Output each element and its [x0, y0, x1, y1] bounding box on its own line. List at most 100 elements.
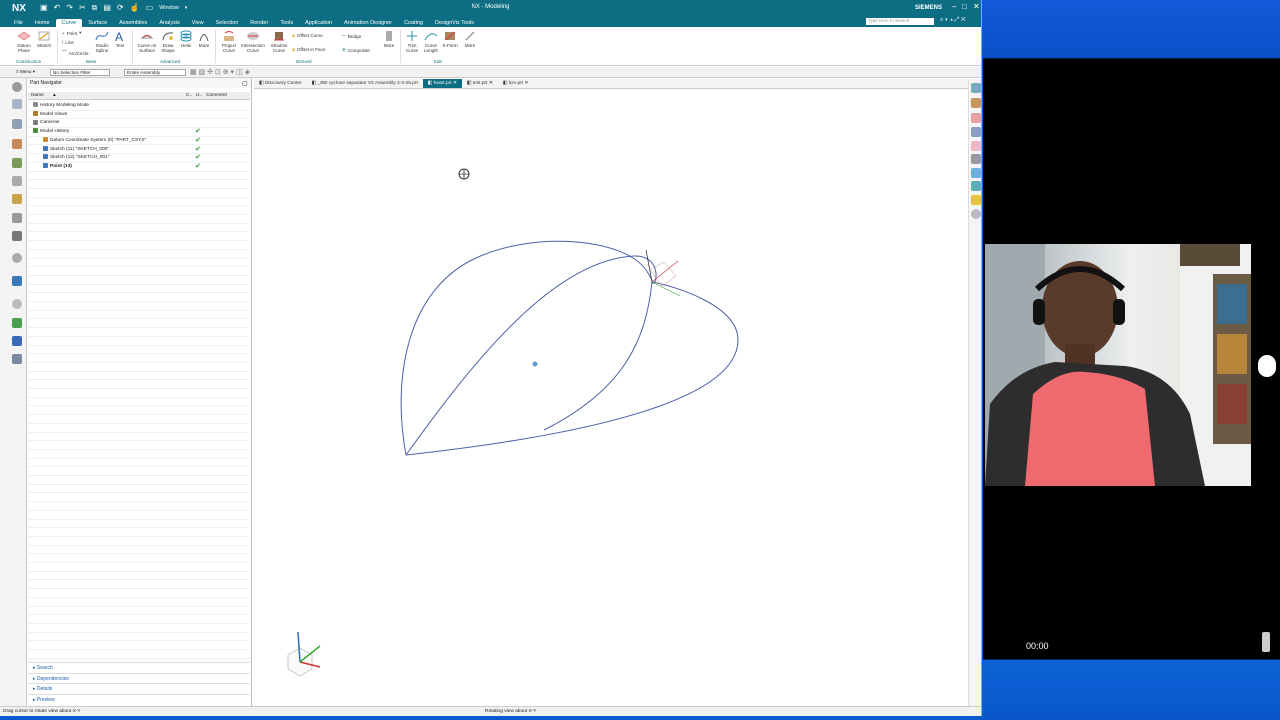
- menu-tab-home[interactable]: Home: [29, 19, 56, 27]
- document-tab[interactable]: ◧ _8W cyclone separator V2 Assembly 2-3-…: [307, 79, 423, 88]
- tree-row[interactable]: Point (13) ✔: [28, 163, 250, 172]
- studio-spline-button[interactable]: Studio Spline: [92, 30, 112, 53]
- web-browser-icon[interactable]: [12, 194, 22, 204]
- project-curve-button[interactable]: Project Curve: [219, 30, 239, 53]
- selection-filter-dropdown[interactable]: No Selection Filter: [50, 69, 110, 76]
- menu-tab-view[interactable]: View: [186, 19, 210, 27]
- draw-shape-button[interactable]: Draw Shape: [158, 30, 178, 53]
- shadow-curve-button[interactable]: Shadow Curve: [268, 30, 290, 53]
- roles-icon[interactable]: [12, 253, 22, 263]
- side-button[interactable]: [1262, 632, 1270, 652]
- bridge-button[interactable]: ∽ Bridge: [342, 33, 361, 39]
- point-icon[interactable]: [971, 168, 981, 178]
- tree-row[interactable]: Model Views: [28, 110, 250, 120]
- analysis-icon[interactable]: [12, 318, 22, 328]
- panel-dependencies[interactable]: ▸ Dependencies: [28, 672, 250, 683]
- side-button[interactable]: [1258, 355, 1276, 377]
- menu-tab-curve[interactable]: Curve: [55, 19, 83, 27]
- column-comment[interactable]: Comment: [206, 93, 227, 98]
- panel-preview[interactable]: ▸ Preview: [28, 693, 250, 704]
- text-button[interactable]: A Text: [112, 30, 128, 48]
- x-form-button[interactable]: X-Form: [441, 30, 459, 48]
- document-tab[interactable]: ◧ test.prt ✕: [462, 79, 498, 88]
- close-tab-icon[interactable]: ✕: [487, 81, 493, 86]
- menu-tab-animation-designer[interactable]: Animation Designer: [338, 19, 398, 27]
- helix-button[interactable]: Helix: [178, 30, 194, 48]
- assembly-navigator-icon[interactable]: [12, 119, 22, 129]
- sphere-icon[interactable]: [971, 209, 981, 219]
- menu-tab-assemblies[interactable]: Assemblies: [113, 19, 153, 27]
- menu-tab-file[interactable]: File: [8, 19, 29, 27]
- settings-icon[interactable]: [12, 82, 22, 92]
- column-c[interactable]: C..: [186, 93, 192, 98]
- document-tab[interactable]: ◧ lcm.prt ✕: [498, 79, 534, 88]
- menu-tab-analysis[interactable]: Analysis: [153, 19, 185, 27]
- panel-search[interactable]: ▸ Search: [28, 662, 250, 672]
- arc-circle-button[interactable]: ⌒ Arc/Circle: [62, 50, 89, 56]
- tools-icon[interactable]: [12, 354, 22, 364]
- menu-button[interactable]: ≡ Menu ▾: [14, 69, 46, 76]
- clock-icon[interactable]: [12, 299, 22, 309]
- offset-curve-button[interactable]: ⧈ Offset Curve: [292, 33, 323, 38]
- sketch-button[interactable]: Sketch: [34, 30, 54, 48]
- zoom-icon[interactable]: [971, 154, 981, 164]
- datum-plane-icon[interactable]: [971, 141, 981, 151]
- more-button[interactable]: More: [462, 30, 478, 48]
- tree-row[interactable]: History Modeling Mode: [28, 102, 250, 111]
- curve-length-button[interactable]: Curve Length: [421, 30, 441, 53]
- view-triad-icon[interactable]: [287, 631, 321, 677]
- close-tab-icon[interactable]: ✕: [523, 81, 528, 86]
- more-button[interactable]: More: [196, 30, 212, 48]
- part-navigator-icon[interactable]: [12, 99, 22, 109]
- close-button[interactable]: ✕: [973, 2, 980, 11]
- tree-row[interactable]: Model History ✔: [28, 128, 250, 137]
- menu-tab-render[interactable]: Render: [244, 19, 274, 27]
- line-icon[interactable]: [971, 113, 981, 123]
- maximize-button[interactable]: □: [962, 2, 967, 11]
- point-marker[interactable]: [532, 361, 538, 367]
- process-studio-icon[interactable]: [12, 231, 22, 241]
- edit-icon[interactable]: [971, 195, 981, 205]
- tree-row[interactable]: Sketch (12) "SKETCH_001" ✔: [28, 154, 250, 163]
- composite-button[interactable]: ⊕ Composite: [342, 47, 370, 53]
- line-button[interactable]: / Line: [62, 40, 74, 45]
- kinematics-icon[interactable]: [12, 336, 22, 346]
- menu-tab-designviz-tools[interactable]: DesignViz Tools: [429, 19, 480, 27]
- selection-tools-icon[interactable]: ▦ ▧ ✣ ⊡ ⊕ ▾ ◫ ◈: [190, 68, 250, 76]
- fit-icon[interactable]: [971, 83, 981, 93]
- tree-row[interactable]: Cameras: [28, 119, 250, 129]
- column-name[interactable]: Name: [31, 93, 44, 98]
- close-tab-icon[interactable]: ✕: [452, 81, 457, 86]
- menu-tab-application[interactable]: Application: [299, 19, 338, 27]
- menu-tab-selection[interactable]: Selection: [210, 19, 245, 27]
- menu-tab-tools[interactable]: Tools: [274, 19, 299, 27]
- history-icon[interactable]: [12, 213, 22, 223]
- reuse-library-icon[interactable]: [12, 158, 22, 168]
- minimize-button[interactable]: –: [952, 2, 956, 11]
- line-icon[interactable]: [971, 181, 981, 191]
- constraint-navigator-icon[interactable]: [12, 139, 22, 149]
- column-u[interactable]: U..: [196, 93, 202, 98]
- document-tab[interactable]: ◧ Discovery Center: [254, 79, 307, 88]
- graphics-window[interactable]: [254, 90, 968, 705]
- datum-plane-button[interactable]: Datum Plane: [14, 30, 34, 53]
- orient-icon[interactable]: [971, 127, 981, 137]
- curve-on-surface-button[interactable]: Curve on Surface: [136, 30, 158, 53]
- more-button[interactable]: More: [381, 30, 397, 48]
- trim-curve-button[interactable]: Trim Curve: [403, 30, 421, 53]
- menu-tab-surface[interactable]: Surface: [82, 19, 113, 27]
- pin-icon[interactable]: ▢: [242, 80, 248, 87]
- tree-row[interactable]: Sketch (11) "SKETCH_000" ✔: [28, 146, 250, 155]
- point-button[interactable]: + Point ▾: [62, 30, 81, 36]
- system-materials-icon[interactable]: [12, 276, 22, 286]
- ribbon-options-icon[interactable]: ⌕ ◐ ▴ ⤢ ✕: [940, 17, 966, 24]
- tree-row[interactable]: Datum Coordinate System (0) "PART_CSYS" ✔: [28, 137, 250, 146]
- menu-tab-coating[interactable]: Coating: [398, 19, 429, 27]
- selection-scope-dropdown[interactable]: Entire Assembly: [124, 69, 186, 76]
- panel-details[interactable]: ▸ Details: [28, 683, 250, 693]
- command-search-input[interactable]: Type Here to Search: [866, 18, 934, 25]
- hd3d-tools-icon[interactable]: [12, 176, 22, 186]
- shaded-icon[interactable]: [971, 98, 981, 108]
- document-tab[interactable]: ◧ heart.prt ✕: [422, 79, 462, 88]
- offset-in-face-button[interactable]: ⧈ Offset in Face: [292, 47, 325, 52]
